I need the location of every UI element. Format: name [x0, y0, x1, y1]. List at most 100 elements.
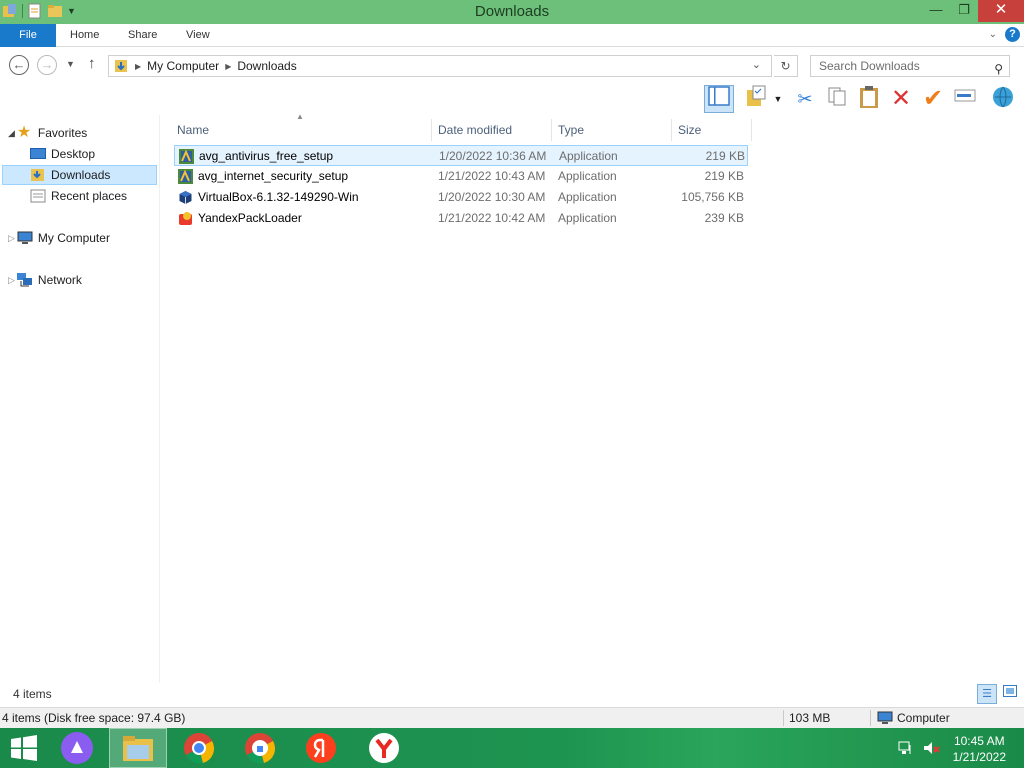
status-bar: 4 items ☰	[0, 683, 1024, 707]
close-button[interactable]: ✕	[978, 0, 1024, 22]
tab-view[interactable]: View	[172, 24, 224, 47]
taskbar-browser-app[interactable]	[231, 728, 289, 768]
divider	[870, 710, 871, 726]
table-row[interactable]: VirtualBox-6.1.32-149290-Win 1/20/2022 1…	[174, 187, 748, 208]
rename-icon[interactable]	[950, 85, 980, 113]
table-row[interactable]: YandexPackLoader 1/21/2022 10:42 AM Appl…	[174, 208, 748, 229]
details-status-bar: 4 items (Disk free space: 97.4 GB) 103 M…	[0, 707, 1024, 728]
file-name: YandexPackLoader	[198, 211, 302, 225]
help-icon[interactable]: ?	[1005, 27, 1020, 42]
taskbar-alice-assistant[interactable]	[48, 728, 106, 768]
checkmark-icon[interactable]: ✔	[918, 85, 948, 113]
file-name: VirtualBox-6.1.32-149290-Win	[198, 190, 359, 204]
ribbon-tabs: File Home Share View ⌄ ?	[0, 24, 1024, 47]
preview-pane-icon	[708, 86, 730, 106]
back-button[interactable]: ←	[9, 55, 29, 75]
sidebar-item-my-computer[interactable]: ▷ My Computer	[8, 228, 110, 248]
sidebar-item-label: Recent places	[51, 189, 128, 203]
details-view-button[interactable]: ☰	[977, 684, 997, 704]
selection-size: 103 MB	[789, 711, 831, 725]
volume-muted-icon[interactable]	[922, 739, 940, 757]
taskbar-yandex[interactable]	[292, 728, 350, 768]
recent-places-icon	[30, 189, 46, 203]
search-placeholder: Search Downloads	[819, 59, 920, 73]
file-type: Application	[558, 169, 617, 183]
column-header-name[interactable]: Name	[171, 119, 432, 141]
chevron-right-icon: ▶	[135, 61, 142, 71]
folder-checklist-icon	[747, 85, 766, 106]
cut-icon[interactable]: ✂	[790, 85, 820, 113]
sidebar-item-label: Network	[37, 273, 82, 287]
column-header-type[interactable]: Type	[552, 119, 672, 141]
system-clock[interactable]: 10:45 AM 1/21/2022	[953, 733, 1006, 765]
expand-arrow-icon[interactable]: ▷	[8, 228, 15, 248]
windows-logo-icon	[11, 735, 37, 761]
address-bar[interactable]: ▶ My Computer ▶ Downloads ⌄	[108, 55, 772, 77]
chevron-down-icon[interactable]: ▼	[770, 85, 786, 113]
sidebar-item-network[interactable]: ▷ Network	[8, 270, 82, 290]
yandex-browser-icon	[369, 733, 399, 763]
sidebar-item-label: Desktop	[51, 147, 96, 161]
downloads-folder-icon	[31, 169, 44, 181]
computer-icon	[17, 231, 33, 244]
file-date: 1/20/2022 10:30 AM	[438, 190, 546, 204]
column-header-size[interactable]: Size	[672, 119, 752, 141]
navigation-bar: ← → ▼ ↑ ▶ My Computer ▶ Downloads ⌄ ↻ Se…	[0, 47, 1024, 85]
large-icons-icon	[1003, 685, 1017, 697]
taskbar-file-explorer[interactable]	[109, 728, 167, 768]
expand-ribbon-icon[interactable]: ⌄	[989, 29, 997, 40]
avg-installer-icon	[179, 149, 194, 164]
computer-icon	[877, 711, 893, 724]
address-dropdown-icon[interactable]: ⌄	[752, 58, 761, 71]
restore-button[interactable]: ❐	[950, 0, 978, 22]
sidebar-item-favorites[interactable]: ◢ ★ Favorites	[8, 123, 87, 143]
table-row[interactable]: avg_internet_security_setup 1/21/2022 10…	[174, 166, 748, 187]
tab-share[interactable]: Share	[114, 24, 171, 47]
table-row[interactable]: avg_antivirus_free_setup 1/20/2022 10:36…	[174, 145, 748, 166]
desktop-icon	[30, 148, 46, 159]
sidebar-item-downloads[interactable]: Downloads	[2, 165, 157, 185]
sidebar-item-label: My Computer	[37, 231, 110, 245]
taskbar-yandex-browser[interactable]	[355, 728, 413, 768]
clock-date: 1/21/2022	[952, 750, 1006, 764]
preview-pane-button[interactable]	[704, 85, 734, 113]
expand-arrow-icon[interactable]: ▷	[8, 270, 15, 290]
search-icon[interactable]: ⚲	[994, 59, 1003, 79]
up-button[interactable]: ↑	[88, 55, 96, 72]
file-size: 219 KB	[704, 169, 744, 183]
collapse-arrow-icon[interactable]: ◢	[8, 123, 15, 143]
large-icons-view-button[interactable]	[1000, 684, 1020, 704]
tab-file[interactable]: File	[0, 24, 56, 47]
command-toolbar: ▼ ✂ ✕ ✔	[0, 85, 1024, 115]
sidebar-item-recent-places[interactable]: Recent places	[30, 186, 127, 206]
breadcrumb-my-computer[interactable]: My Computer	[147, 59, 219, 73]
forward-button[interactable]: →	[37, 55, 57, 75]
start-button[interactable]	[0, 728, 48, 768]
delete-icon[interactable]: ✕	[886, 85, 916, 113]
globe-icon[interactable]	[988, 85, 1018, 113]
recent-locations-icon[interactable]: ▼	[66, 59, 75, 69]
copy-icon[interactable]	[822, 85, 852, 113]
file-type: Application	[558, 190, 617, 204]
column-header-date-modified[interactable]: Date modified	[432, 119, 552, 141]
file-type: Application	[558, 211, 617, 225]
minimize-button[interactable]: —	[922, 0, 950, 22]
file-name: avg_internet_security_setup	[198, 169, 349, 183]
breadcrumb-downloads[interactable]: Downloads	[237, 59, 296, 73]
search-input[interactable]: Search Downloads ⚲	[810, 55, 1010, 77]
network-tray-icon[interactable]	[897, 739, 915, 757]
tab-home[interactable]: Home	[56, 24, 113, 47]
taskbar: 10:45 AM 1/21/2022	[0, 728, 1024, 768]
yandex-installer-icon	[179, 212, 192, 225]
properties-button[interactable]	[742, 85, 772, 113]
sidebar-item-desktop[interactable]: Desktop	[30, 144, 95, 164]
taskbar-chrome[interactable]	[170, 728, 228, 768]
refresh-button[interactable]: ↻	[774, 55, 798, 77]
file-date: 1/21/2022 10:42 AM	[438, 211, 546, 225]
location-text: Computer	[897, 711, 950, 725]
divider	[783, 710, 784, 726]
file-date: 1/21/2022 10:43 AM	[438, 169, 546, 183]
file-list: ▲ Name Date modified Type Size avg_antiv…	[160, 112, 1024, 683]
window-title: Downloads	[474, 3, 550, 20]
paste-icon[interactable]	[854, 85, 884, 113]
